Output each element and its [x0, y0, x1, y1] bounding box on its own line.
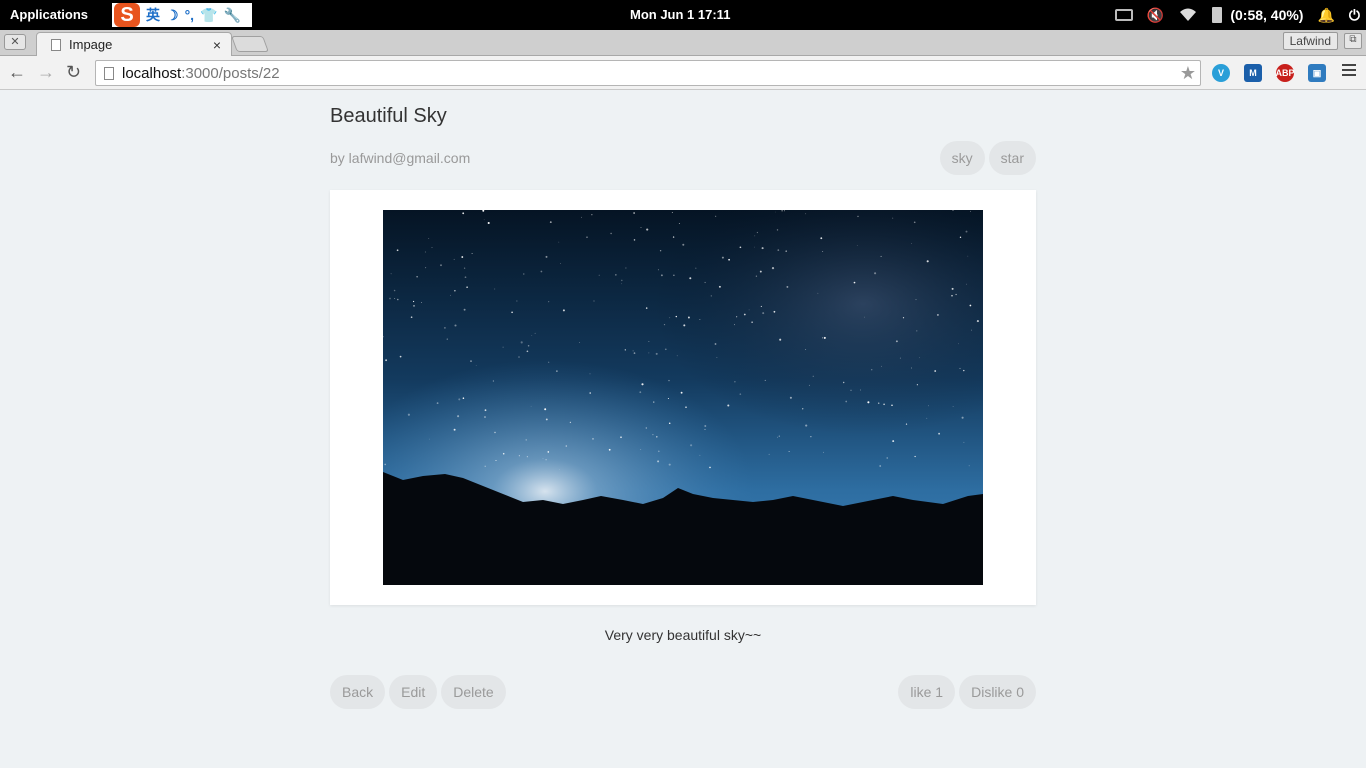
- tab-close-icon[interactable]: ×: [213, 37, 221, 53]
- back-button[interactable]: Back: [330, 675, 386, 709]
- window-restore-button[interactable]: ⧉: [1344, 33, 1362, 49]
- url-path: :3000/posts/22: [181, 64, 280, 82]
- system-panel: Applications S 英 ☽ °, 👕 🔧 Mon Jun 1 17:1…: [0, 0, 1366, 30]
- forward-arrow-icon[interactable]: →: [37, 62, 55, 83]
- post-author: by lafwind@gmail.com: [330, 150, 471, 166]
- power-icon[interactable]: ⏻: [1349, 0, 1360, 30]
- adblock-plus-icon[interactable]: ABP: [1276, 64, 1295, 82]
- ime-language-toggle[interactable]: 英: [146, 5, 160, 25]
- ime-punctuation-icon[interactable]: °,: [185, 7, 195, 23]
- page-icon: [51, 38, 61, 51]
- like-button[interactable]: like 1: [898, 675, 956, 709]
- dislike-button[interactable]: Dislike 0: [959, 675, 1036, 709]
- new-tab-button[interactable]: [231, 36, 269, 52]
- window-close-button[interactable]: ✕: [4, 34, 26, 50]
- url-host: localhost: [122, 64, 182, 82]
- bookmark-star-icon[interactable]: ★: [1180, 63, 1196, 84]
- profile-button[interactable]: Lafwind: [1282, 32, 1338, 50]
- page-title: Beautiful Sky: [330, 105, 447, 127]
- ime-skin-icon[interactable]: 👕: [200, 7, 217, 24]
- battery-icon[interactable]: [1212, 0, 1223, 30]
- browser-tab-strip: ✕ Impage × Lafwind ⧉: [0, 30, 1366, 56]
- vote-actions: like 1 Dislike 0: [898, 675, 1036, 709]
- post-image: [383, 210, 983, 585]
- battery-status[interactable]: (0:58, 40%): [1230, 0, 1303, 30]
- system-tray: 🔇 (0:58, 40%) 🔔 ⏻: [1114, 0, 1366, 30]
- post-content: Beautiful Sky by lafwind@gmail.com sky s…: [330, 90, 1036, 768]
- volume-muted-icon[interactable]: 🔇: [1147, 0, 1164, 30]
- keyboard-icon[interactable]: [1114, 0, 1133, 30]
- tag-sky[interactable]: sky: [939, 141, 985, 175]
- notification-bell-icon[interactable]: 🔔: [1317, 0, 1334, 30]
- post-description: Very very beautiful sky~~: [604, 627, 762, 643]
- applications-menu[interactable]: Applications: [10, 7, 88, 22]
- ime-halfwidth-icon[interactable]: ☽: [166, 7, 179, 24]
- wifi-icon[interactable]: [1178, 0, 1198, 30]
- v-extension-icon[interactable]: V: [1212, 64, 1230, 82]
- back-arrow-icon[interactable]: ←: [8, 62, 26, 83]
- address-bar[interactable]: localhost :3000/posts/22 ★: [95, 60, 1201, 86]
- reload-icon[interactable]: ↻: [66, 62, 81, 83]
- tag-list: sky star: [939, 141, 1036, 175]
- image-card: [330, 190, 1036, 605]
- page-info-icon[interactable]: [104, 66, 114, 80]
- system-clock[interactable]: Mon Jun 1 17:11: [630, 7, 730, 22]
- m-extension-icon[interactable]: M: [1244, 64, 1262, 82]
- edit-button[interactable]: Edit: [389, 675, 438, 709]
- browser-toolbar: ← → ↻ localhost :3000/posts/22 ★ V M ABP…: [0, 56, 1366, 90]
- tab-title: Impage: [69, 37, 113, 52]
- delete-button[interactable]: Delete: [441, 675, 506, 709]
- tag-star[interactable]: star: [988, 141, 1036, 175]
- box-extension-icon[interactable]: ▣: [1308, 64, 1326, 82]
- sogou-ime-icon[interactable]: S: [114, 3, 140, 27]
- tab-impage[interactable]: Impage ×: [36, 32, 232, 56]
- chrome-menu-icon[interactable]: [1342, 64, 1356, 78]
- post-actions: Back Edit Delete: [330, 675, 506, 709]
- ime-tools-icon[interactable]: 🔧: [224, 7, 241, 24]
- input-method-toolbar: S 英 ☽ °, 👕 🔧: [112, 3, 252, 27]
